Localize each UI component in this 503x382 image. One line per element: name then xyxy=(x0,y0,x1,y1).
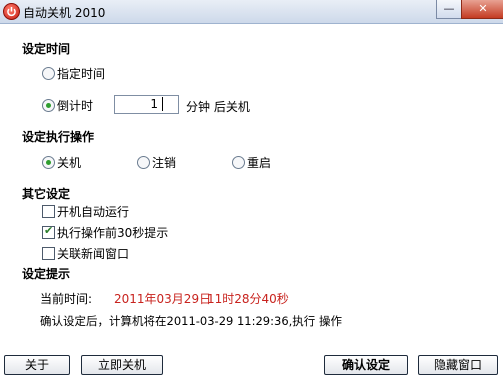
section-hint: 设定提示 xyxy=(22,267,71,281)
radio-label: 注销 xyxy=(152,155,177,170)
current-date: 2011年03月29日 xyxy=(114,292,212,306)
countdown-suffix: 分钟 后关机 xyxy=(186,100,250,114)
radio-circle-selected[interactable] xyxy=(42,155,55,169)
checkbox-news-window[interactable]: 关联新闻窗口 xyxy=(42,245,129,261)
hide-window-button[interactable]: 隐藏窗口 xyxy=(418,355,498,375)
checkbox-box[interactable] xyxy=(42,204,55,218)
radio-specified-time[interactable]: 指定时间 xyxy=(42,65,105,81)
shutdown-now-button[interactable]: 立即关机 xyxy=(81,355,163,375)
section-set-time: 设定时间 xyxy=(22,42,71,56)
minimize-icon: — xyxy=(443,2,455,15)
radio-restart[interactable]: 重启 xyxy=(232,154,271,170)
section-other: 其它设定 xyxy=(22,187,71,201)
radio-label: 关机 xyxy=(57,155,82,170)
title-bar[interactable]: 自动关机 2010 — ✕ xyxy=(0,0,503,24)
current-clock: 11时28分40秒 xyxy=(207,292,289,306)
radio-shutdown[interactable]: 关机 xyxy=(42,154,81,170)
about-button[interactable]: 关于 xyxy=(4,355,70,375)
current-time-label: 当前时间: xyxy=(40,292,93,306)
confirm-hint-text: 确认设定后，计算机将在2011-03-29 11:29:36,执行 操作 xyxy=(40,314,342,328)
checkbox-box[interactable] xyxy=(42,246,55,260)
checkbox-box-checked[interactable] xyxy=(42,224,55,239)
checkbox-label: 开机自动运行 xyxy=(57,204,130,219)
text-caret xyxy=(162,97,163,111)
power-icon xyxy=(3,3,20,20)
checkbox-autostart[interactable]: 开机自动运行 xyxy=(42,203,129,219)
radio-circle[interactable] xyxy=(232,155,245,169)
radio-circle[interactable] xyxy=(137,155,150,169)
radio-countdown[interactable]: 倒计时 xyxy=(42,97,93,113)
minimize-button[interactable]: — xyxy=(436,0,462,19)
checkbox-label: 执行操作前30秒提示 xyxy=(57,225,169,240)
window-title: 自动关机 2010 xyxy=(23,6,106,20)
confirm-button[interactable]: 确认设定 xyxy=(324,355,408,375)
close-button[interactable]: ✕ xyxy=(461,0,503,19)
radio-label: 重启 xyxy=(247,155,272,170)
radio-circle[interactable] xyxy=(42,66,55,80)
checkbox-label: 关联新闻窗口 xyxy=(57,246,130,261)
countdown-minutes-input[interactable]: 1 xyxy=(114,95,179,114)
checkbox-remind-30s[interactable]: 执行操作前30秒提示 xyxy=(42,224,168,240)
section-set-action: 设定执行操作 xyxy=(22,130,95,144)
radio-label: 倒计时 xyxy=(57,98,94,113)
close-icon: ✕ xyxy=(478,2,488,15)
radio-label: 指定时间 xyxy=(57,66,106,81)
radio-logoff[interactable]: 注销 xyxy=(137,154,176,170)
radio-circle-selected[interactable] xyxy=(42,98,55,112)
